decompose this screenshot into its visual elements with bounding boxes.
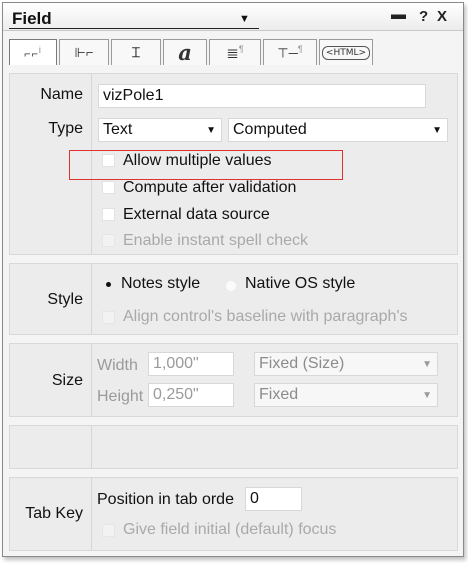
native-os-style-radio[interactable] [225,280,237,292]
section-divider [91,264,92,334]
height-mode-value: Fixed [259,386,299,403]
initial-focus-checkbox[interactable] [102,524,115,537]
field-info-icon: ⌐⌐i [24,44,42,61]
minimize-button[interactable]: ▬ [391,6,406,23]
chevron-down-icon: ▼ [422,359,432,370]
size-section: Size Width 1,000" Fixed (Size) ▼ Height … [9,343,458,417]
title-dropdown-icon[interactable]: ▼ [239,13,250,25]
tab-font[interactable]: a [163,39,207,65]
width-input[interactable]: 1,000" [148,352,234,376]
tab-paragraph-alignment[interactable]: ≣¶ [209,39,261,65]
tab-key-label: Tab Key [25,505,83,522]
name-label: Name [40,86,83,103]
align-baseline-label: Align control's baseline with paragraph'… [123,308,408,325]
style-label: Style [47,291,83,308]
name-input[interactable]: vizPole1 [98,84,426,108]
height-input[interactable]: 0,250" [148,383,234,407]
field-properties-panel: Field ▼ ▬ ? X ⌐⌐i ⊩⌐ ⌶ a ≣¶ ⊤─¶ <HTML> N… [2,2,464,557]
height-label: Height [97,388,144,405]
external-data-source-label: External data source [123,206,270,223]
chevron-down-icon: ▼ [432,125,442,136]
panel-title: Field [12,9,52,28]
notes-style-radio[interactable] [102,278,114,290]
native-os-style-label: Native OS style [245,275,356,292]
type-select-value: Text [103,121,133,138]
size-label: Size [51,372,83,389]
type-mode-select[interactable]: Computed ▼ [228,118,448,142]
tab-hide-when[interactable]: ⌶ [111,39,161,65]
compute-after-validation-checkbox[interactable] [102,181,115,194]
paragraph-alignment-icon: ≣¶ [226,43,244,62]
type-select[interactable]: Text ▼ [98,118,222,142]
width-label: Width [97,357,138,374]
chevron-down-icon: ▼ [206,125,216,136]
highlight-annotation [69,150,343,180]
html-tag-icon: <HTML> [321,45,371,60]
compute-after-validation-label: Compute after validation [123,179,297,196]
section-divider [91,344,92,416]
align-baseline-checkbox[interactable] [102,311,115,324]
tab-field-control[interactable]: ⊩⌐ [59,39,109,65]
height-mode-select[interactable]: Fixed ▼ [254,383,438,407]
instant-spell-check-label: Enable instant spell check [123,232,308,249]
section-divider [91,478,92,550]
width-mode-value: Fixed (Size) [259,355,345,372]
paragraph-margin-icon: ⊤─¶ [277,43,303,61]
type-mode-value: Computed [233,121,307,138]
close-button[interactable]: X [437,8,447,25]
external-data-source-checkbox[interactable] [102,208,115,221]
tab-order-label: Position in tab orde [97,491,234,508]
section-divider [91,426,92,468]
field-control-icon: ⊩⌐ [74,44,94,60]
tab-field-info[interactable]: ⌐⌐i [9,39,57,65]
property-tabs: ⌐⌐i ⊩⌐ ⌶ a ≣¶ ⊤─¶ <HTML> [9,39,375,65]
title-bar: Field ▼ ▬ ? X [3,3,463,31]
notes-style-label: Notes style [121,275,201,292]
instant-spell-check-checkbox[interactable] [102,234,115,247]
title-underline[interactable] [9,28,259,29]
tab-key-section: Tab Key Position in tab orde 0 Give fiel… [9,477,458,551]
empty-section [9,425,458,469]
width-mode-select[interactable]: Fixed (Size) ▼ [254,352,438,376]
initial-focus-label: Give field initial (default) focus [123,521,337,538]
type-label: Type [48,120,83,137]
chevron-down-icon: ▼ [422,390,432,401]
tab-paragraph-margin[interactable]: ⊤─¶ [263,39,317,65]
font-icon: a [178,40,192,65]
style-section: Style Notes style Native OS style Align … [9,263,458,335]
help-button[interactable]: ? [419,8,428,25]
tab-html[interactable]: <HTML> [319,39,373,65]
tab-order-input[interactable]: 0 [245,487,302,511]
hide-when-icon: ⌶ [131,44,141,60]
